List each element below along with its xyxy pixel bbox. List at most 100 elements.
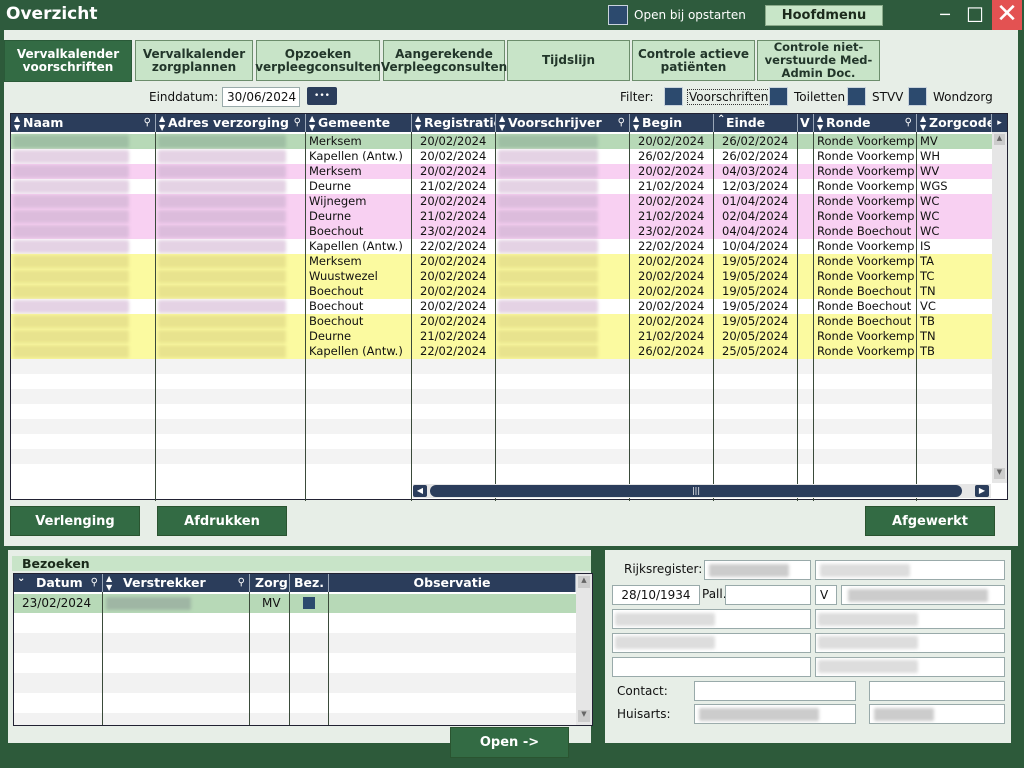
tab-tijdslijn[interactable]: Tijdslijn	[507, 40, 630, 81]
huisarts-2-input[interactable]	[869, 704, 1005, 724]
tab-controle-med-admin[interactable]: Controle niet-verstuurde Med-Admin Doc.	[757, 40, 880, 81]
date-picker-button[interactable]: •••	[307, 87, 337, 105]
col-header-gemeente[interactable]: ▲ ▼ Gemeente	[306, 114, 412, 132]
phone-input[interactable]	[815, 609, 1005, 629]
close-icon[interactable]: ✕	[992, 0, 1022, 30]
cell-gemeente: Wijnegem	[309, 194, 367, 208]
col-header-bez[interactable]: Bez.	[290, 574, 329, 592]
col-header-adres[interactable]: ▲ ▼ Adres verzorging ⚲	[156, 114, 306, 132]
col-header-einde[interactable]: ⌃ Einde	[714, 114, 798, 132]
filter-stvv-checkbox[interactable]	[847, 87, 866, 106]
redacted-cell	[498, 330, 598, 343]
filter-toiletten-checkbox[interactable]	[769, 87, 788, 106]
bezoeken-scrollbar[interactable]: ▲ ▼	[576, 574, 592, 725]
huisarts-input[interactable]	[694, 704, 856, 724]
tab-vervalkalender-voorschriften[interactable]: Vervalkalender voorschriften	[4, 40, 132, 82]
open-button[interactable]: Open ->	[450, 727, 569, 758]
rijksregister-input[interactable]	[704, 560, 811, 580]
cell-begin: 21/02/2024	[638, 209, 705, 223]
redacted-cell	[498, 345, 598, 358]
col-header-begin[interactable]: ▲ ▼ Begin	[630, 114, 714, 132]
search-icon[interactable]: ⚲	[91, 574, 98, 592]
table-row[interactable]: Merksem 20/02/2024 20/02/2024 04/03/2024 Ron…	[11, 164, 992, 179]
table-row[interactable]: Boechout 23/02/2024 23/02/2024 04/04/2024 Ro…	[11, 224, 992, 239]
cell-zorgcode: TC	[920, 269, 935, 283]
table-row[interactable]: Kapellen (Antw.) 20/02/2024 26/02/2024 26/0…	[11, 149, 992, 164]
search-icon[interactable]: ⚲	[905, 114, 912, 132]
contact-input[interactable]	[694, 681, 856, 701]
col-header-zorg[interactable]: Zorg	[250, 574, 290, 592]
verlenging-button[interactable]: Verlenging	[10, 506, 140, 536]
visit-bez-checkbox[interactable]	[303, 597, 315, 609]
col-header-voorschrijver[interactable]: ▲ ▼ Voorschrijver ⚲	[496, 114, 630, 132]
col-header-naam[interactable]: ▲ ▼ Naam ⚲	[11, 114, 156, 132]
afdrukken-button[interactable]: Afdrukken	[157, 506, 287, 536]
col-header-registratie[interactable]: ▲ ▼ Registratie	[412, 114, 496, 132]
scroll-up-icon[interactable]: ▲	[578, 576, 590, 588]
table-row[interactable]: Kapellen (Antw.) 22/02/2024 22/02/2024 10/0…	[11, 239, 992, 254]
scroll-down-icon[interactable]: ▼	[994, 468, 1005, 479]
redacted-cell	[13, 195, 129, 208]
cell-registratie: 20/02/2024	[420, 194, 487, 208]
open-on-start-checkbox[interactable]	[608, 5, 628, 25]
tab-vervalkalender-zorgplannen[interactable]: Vervalkalender zorgplannen	[135, 40, 253, 81]
search-icon[interactable]: ⚲	[144, 114, 151, 132]
table-row[interactable]: Deurne 21/02/2024 21/02/2024 02/04/2024 Rond…	[11, 209, 992, 224]
scroll-down-icon[interactable]: ▼	[578, 710, 590, 722]
scroll-left-icon[interactable]: ◀	[413, 485, 427, 497]
cell-gemeente: Deurne	[309, 209, 352, 223]
scroll-right-icon[interactable]: ▶	[975, 485, 989, 497]
bezoeken-grid[interactable]: ⌄ Datum ⚲ ▲ ▼ Verstrekker ⚲ Zorg Bez. Observa…	[13, 573, 593, 726]
table-row[interactable]: Boechout 20/02/2024 20/02/2024 19/05/2024 Ro…	[11, 314, 992, 329]
table-row[interactable]: Kapellen (Antw.) 22/02/2024 26/02/2024 25/0…	[11, 344, 992, 359]
extra-field-input[interactable]	[612, 657, 811, 677]
table-row[interactable]: Merksem 20/02/2024 20/02/2024 26/02/2024 Ron…	[11, 134, 992, 149]
col-header-verstrekker[interactable]: ▲ ▼ Verstrekker ⚲	[103, 574, 250, 592]
table-row[interactable]: Boechout 20/02/2024 20/02/2024 19/05/2024 Ro…	[11, 299, 992, 314]
bezoeken-row[interactable]: 23/02/2024 MV	[14, 594, 576, 613]
email-input[interactable]	[815, 633, 1005, 653]
table-row[interactable]: Deurne 21/02/2024 21/02/2024 12/03/2024 Rond…	[11, 179, 992, 194]
cell-begin: 21/02/2024	[638, 329, 705, 343]
col-header-ronde[interactable]: ▲ ▼ Ronde ⚲	[814, 114, 917, 132]
city-input[interactable]	[612, 633, 811, 653]
birth-date-input[interactable]: 28/10/1934	[612, 585, 700, 605]
scroll-up-icon[interactable]: ▲	[994, 134, 1005, 145]
horizontal-scroll-thumb[interactable]: |||	[430, 485, 962, 497]
extra-field-2-input[interactable]	[815, 657, 1005, 677]
maximize-icon[interactable]: ☐	[964, 5, 986, 25]
expiry-grid[interactable]: ▲ ▼ Naam ⚲ ▲ ▼ Adres verzorging ⚲ ▲ ▼ Gemeente ▲…	[10, 113, 1008, 501]
main-menu-button[interactable]: Hoofdmenu	[765, 5, 883, 26]
col-header-datum[interactable]: ⌄ Datum ⚲	[14, 574, 103, 592]
pall-input[interactable]	[725, 585, 811, 605]
end-date-input[interactable]: 30/06/2024	[222, 87, 300, 107]
search-icon[interactable]: ⚲	[238, 574, 245, 592]
col-header-observatie[interactable]: Observatie	[329, 574, 576, 592]
table-row[interactable]: Deurne 21/02/2024 21/02/2024 20/05/2024 Rond…	[11, 329, 992, 344]
tab-aangerekende-verpleegconsulten[interactable]: Aangerekende Verpleegconsulten	[381, 40, 507, 81]
filter-wondzorg-checkbox[interactable]	[908, 87, 927, 106]
minimize-icon[interactable]: ─	[934, 5, 956, 25]
scroll-right-header-icon[interactable]: ▸	[992, 114, 1007, 132]
horizontal-scrollbar[interactable]: ◀ ||| ▶	[413, 484, 991, 498]
table-row[interactable]: Merksem 20/02/2024 20/02/2024 19/05/2024 Ron…	[11, 254, 992, 269]
tab-opzoeken-verpleegconsulten[interactable]: Opzoeken verpleegconsulten	[255, 40, 381, 81]
cell-ronde: Ronde Voorkemp	[817, 269, 915, 283]
table-row[interactable]: Wuustwezel 20/02/2024 20/02/2024 19/05/2024…	[11, 269, 992, 284]
table-row[interactable]: Boechout 20/02/2024 20/02/2024 19/05/2024 Ro…	[11, 284, 992, 299]
name-input[interactable]	[815, 560, 1005, 580]
col-header-v[interactable]: V	[798, 114, 814, 132]
table-row[interactable]: Wijnegem 20/02/2024 20/02/2024 01/04/2024 Ro…	[11, 194, 992, 209]
address-input[interactable]	[612, 609, 811, 629]
cell-einde: 26/02/2024	[722, 134, 789, 148]
contact-2-input[interactable]	[869, 681, 1005, 701]
col-header-zorgcode[interactable]: ▲ ▼ Zorgcode	[917, 114, 992, 132]
search-icon[interactable]: ⚲	[294, 114, 301, 132]
tab-controle-actieve-patienten[interactable]: Controle actieve patiënten	[632, 40, 755, 81]
afgewerkt-button[interactable]: Afgewerkt	[865, 506, 995, 536]
extra-id-input[interactable]	[841, 585, 1005, 605]
gender-input[interactable]: V	[815, 585, 837, 605]
vertical-scrollbar[interactable]: ▲ ▼	[992, 132, 1007, 483]
filter-voorschriften-checkbox[interactable]	[664, 87, 683, 106]
search-icon[interactable]: ⚲	[618, 114, 625, 132]
